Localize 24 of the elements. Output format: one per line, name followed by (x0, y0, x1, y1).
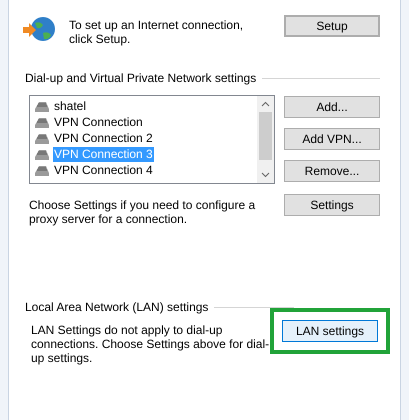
connection-button[interactable]: Add... (284, 96, 380, 118)
modem-icon (34, 164, 50, 176)
modem-icon (34, 148, 50, 160)
setup-button[interactable]: Setup (284, 15, 380, 37)
setup-instructions: To set up an Internet connection, click Setup. (69, 18, 244, 46)
modem-icon (34, 100, 50, 112)
scroll-down-icon[interactable] (261, 172, 270, 178)
group-heading: Dial-up and Virtual Private Network settings (25, 70, 256, 87)
connection-button[interactable]: Remove... (284, 160, 380, 182)
scroll-thumb[interactable] (259, 112, 272, 160)
connection-item[interactable]: VPN Connection (53, 114, 144, 130)
scroll-up-icon[interactable] (261, 101, 270, 107)
proxy-instructions: Choose Settings if you need to configure a proxy server for a connection. (29, 198, 256, 226)
lan-instructions: LAN Settings do not apply to dial-up connections. Choose Settings above for dial-up settings. (31, 323, 270, 365)
connection-button[interactable]: Add VPN... (284, 128, 380, 150)
lan-settings-button[interactable]: LAN settings (282, 320, 378, 342)
settings-button[interactable]: Settings (284, 194, 380, 216)
group-heading: Local Area Network (LAN) settings (25, 299, 208, 316)
modem-icon (34, 116, 50, 128)
connection-item[interactable]: VPN Connection 4 (53, 162, 154, 178)
scrollbar[interactable] (257, 96, 274, 183)
connection-item[interactable]: VPN Connection 2 (53, 130, 154, 146)
connection-item[interactable]: shatel (53, 98, 88, 114)
modem-icon (34, 132, 50, 144)
